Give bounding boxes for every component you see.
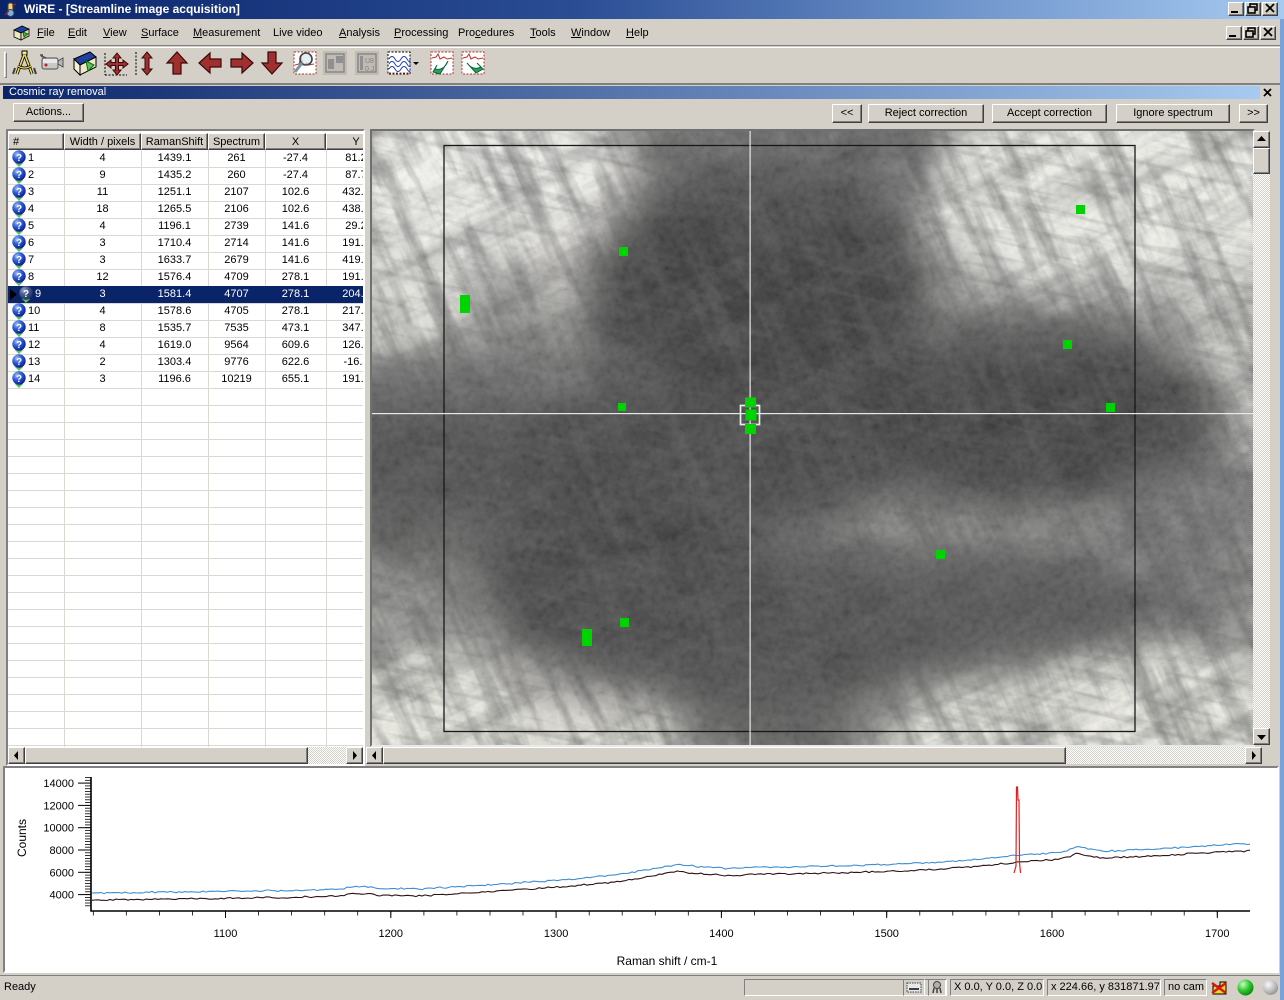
svg-text:14000: 14000 — [43, 778, 74, 790]
svg-text:?: ? — [23, 289, 29, 300]
svg-text:1300: 1300 — [544, 928, 568, 940]
svg-text:?: ? — [16, 272, 22, 283]
svg-text:12000: 12000 — [43, 800, 74, 812]
svg-text:1100: 1100 — [214, 928, 238, 940]
svg-text:?: ? — [16, 374, 22, 385]
svg-text:0 J: 0 J — [365, 66, 374, 73]
svg-text:1200: 1200 — [379, 928, 403, 940]
svg-text:1600: 1600 — [1040, 928, 1064, 940]
svg-text:?: ? — [16, 153, 22, 164]
svg-text:6000: 6000 — [50, 867, 74, 879]
svg-text:?: ? — [16, 357, 22, 368]
svg-text:?: ? — [16, 221, 22, 232]
svg-text:4000: 4000 — [50, 890, 74, 902]
svg-text:?: ? — [16, 238, 22, 249]
svg-text:8000: 8000 — [50, 845, 74, 857]
svg-text:10000: 10000 — [43, 823, 74, 835]
svg-text:?: ? — [16, 204, 22, 215]
svg-text:?: ? — [16, 170, 22, 181]
svg-text:Counts: Counts — [15, 819, 29, 857]
svg-text:U8: U8 — [365, 58, 374, 65]
svg-text:?: ? — [16, 255, 22, 266]
svg-text:?: ? — [16, 323, 22, 334]
svg-text:1500: 1500 — [874, 928, 898, 940]
svg-text:?: ? — [16, 340, 22, 351]
svg-text:?: ? — [16, 306, 22, 317]
svg-text:Raman shift / cm-1: Raman shift / cm-1 — [617, 954, 718, 968]
svg-text:?: ? — [16, 187, 22, 198]
svg-text:1400: 1400 — [709, 928, 733, 940]
svg-text:1700: 1700 — [1205, 928, 1229, 940]
